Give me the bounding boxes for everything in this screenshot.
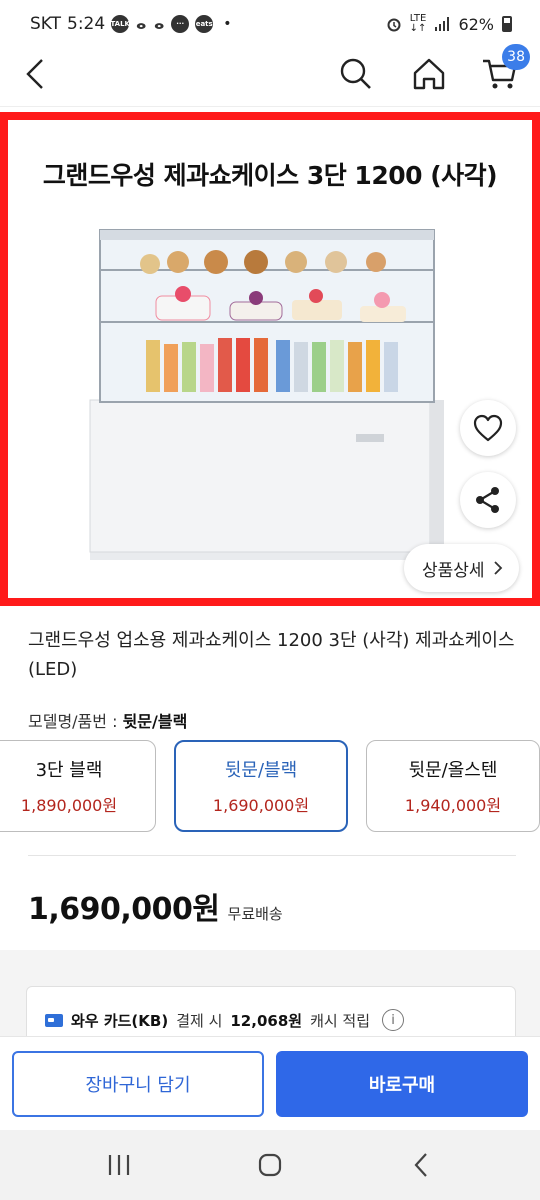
system-back-icon: [414, 1153, 427, 1177]
alarm-icon: [387, 18, 401, 32]
product-image-title: 그랜드우성 제과쇼케이스 3단 1200 (사각): [42, 161, 498, 190]
shipping-label: 무료배송: [227, 905, 283, 923]
app-notification-icon: ⴰ: [136, 15, 147, 33]
cashback-amount: 12,068원: [230, 1011, 303, 1030]
option-price: 1,890,000원: [20, 796, 118, 815]
product-image[interactable]: 그랜드우성 제과쇼케이스 3단 1200 (사각) 상품상세: [0, 112, 540, 606]
header-divider: [0, 106, 540, 107]
card-benefit-row: 와우 카드(KB) 결제 시 12,068원 캐시 적립 i: [45, 1009, 405, 1031]
option-price: 1,940,000원: [404, 796, 502, 815]
favorite-button[interactable]: [460, 400, 516, 456]
recent-apps-button[interactable]: [96, 1142, 142, 1188]
option-card-backdoor-black[interactable]: 뒷문/블랙 1,690,000원: [174, 740, 348, 832]
kakaotalk-notification-icon: TALK: [110, 15, 130, 33]
bottom-action-bar: 장바구니 담기 바로구매: [0, 1036, 540, 1130]
showcase-illustration: [89, 229, 444, 560]
chat-notification-icon: ···: [171, 15, 190, 33]
option-label: 모델명/품번 : 뒷문/블랙: [28, 708, 187, 732]
search-button[interactable]: [332, 50, 380, 98]
system-home-icon: [258, 1153, 282, 1177]
search-icon: [340, 58, 371, 89]
option-selected-value: 뒷문/블랙: [122, 712, 188, 731]
chevron-left-icon: [26, 59, 43, 89]
option-card-backdoor-stainless[interactable]: 뒷문/올스텐 1,940,000원: [366, 740, 540, 832]
system-back-button[interactable]: [398, 1142, 444, 1188]
back-button[interactable]: [12, 50, 60, 98]
product-name: 그랜드우성 업소용 제과쇼케이스 1200 3단 (사각) 제과쇼케이스 (LE…: [28, 630, 515, 680]
cart-count-badge: 38: [502, 44, 530, 70]
option-name: 3단 블랙: [35, 760, 103, 781]
option-card-3dan-black[interactable]: 3단 블랙 1,890,000원: [0, 740, 156, 832]
price-row: 1,690,000원 무료배송: [28, 884, 283, 928]
section-divider: [28, 855, 516, 856]
card-name: 와우 카드(KB): [71, 1011, 169, 1030]
share-button[interactable]: [460, 472, 516, 528]
status-bar: SKT 5:24 TALK ⴰ ⴰ ··· eats • LTE ↓↑ 62%: [0, 0, 540, 48]
app-bar: 38: [0, 44, 540, 104]
carrier-label: SKT: [30, 14, 62, 34]
network-indicator: LTE ↓↑: [410, 14, 427, 34]
credit-card-icon: [45, 1013, 63, 1027]
share-icon: [476, 487, 499, 513]
cart-button[interactable]: 38: [476, 44, 530, 98]
app-notification-icon-2: ⴰ: [154, 15, 165, 33]
signal-icon: [435, 17, 450, 31]
chevron-right-icon: [493, 561, 502, 575]
clock: 5:24: [67, 14, 106, 34]
card-benefit-end-text: 캐시 적립: [310, 1011, 371, 1030]
recent-apps-icon: [108, 1155, 130, 1175]
card-benefit-text: 결제 시: [176, 1011, 223, 1030]
battery-icon: [502, 16, 512, 32]
option-name: 뒷문/블랙: [224, 760, 298, 781]
home-icon: [413, 58, 445, 90]
add-to-cart-button[interactable]: 장바구니 담기: [12, 1051, 264, 1117]
option-price: 1,690,000원: [212, 796, 310, 815]
status-left: SKT 5:24 TALK ⴰ ⴰ ··· eats •: [30, 14, 231, 34]
eats-notification-icon: eats: [195, 15, 214, 33]
info-icon[interactable]: i: [382, 1009, 405, 1031]
option-label-text: 모델명/품번 :: [28, 712, 123, 731]
battery-percent: 62%: [458, 14, 494, 34]
more-notifications-dot: •: [223, 16, 232, 32]
system-home-button[interactable]: [247, 1142, 293, 1188]
system-nav-bar: [0, 1130, 540, 1200]
status-right: LTE ↓↑ 62%: [386, 14, 512, 34]
option-name: 뒷문/올스텐: [408, 760, 498, 781]
buy-now-button[interactable]: 바로구매: [276, 1051, 528, 1117]
home-button[interactable]: [405, 50, 453, 98]
product-detail-label: 상품상세: [422, 560, 485, 581]
network-arrows: ↓↑: [409, 23, 427, 34]
product-price: 1,690,000원: [28, 892, 220, 927]
heart-icon: [473, 414, 503, 442]
product-detail-button[interactable]: 상품상세: [404, 544, 519, 592]
